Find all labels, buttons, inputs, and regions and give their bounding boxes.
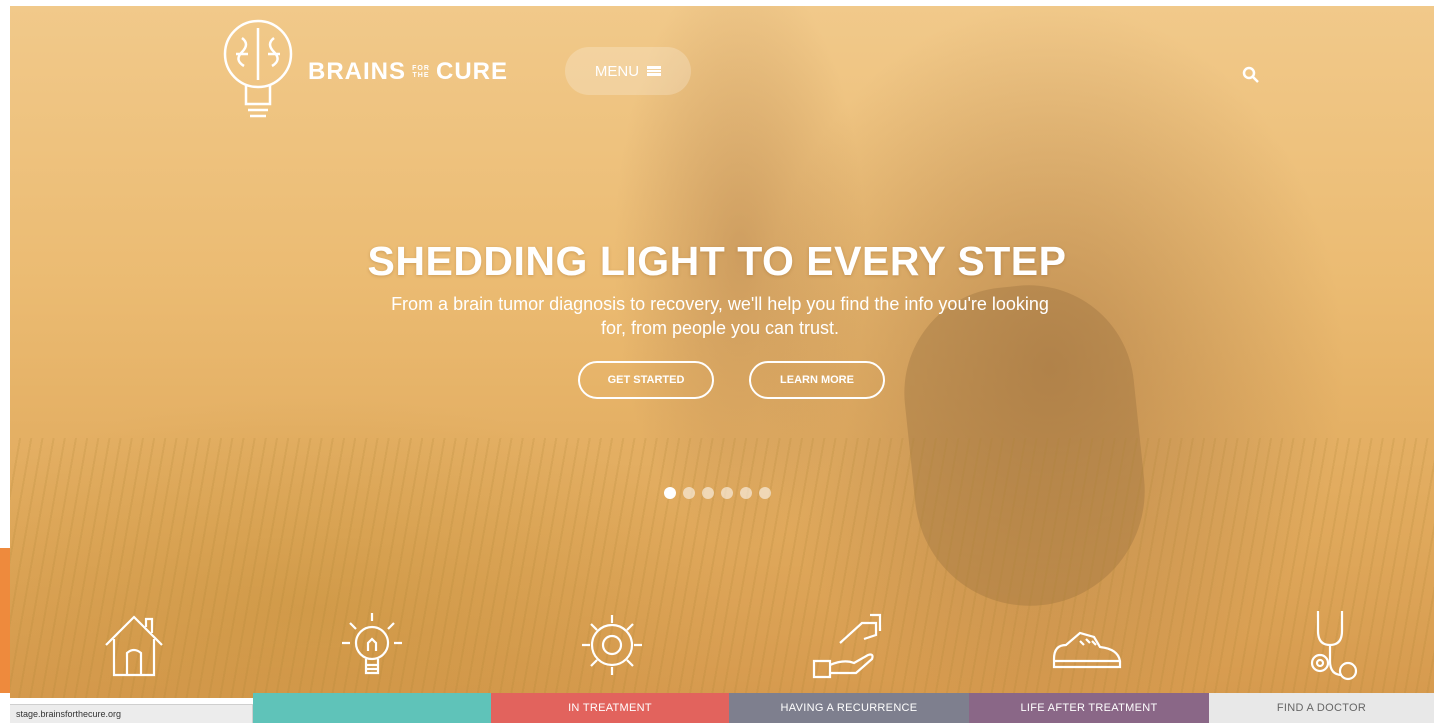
helping-hand-icon[interactable]	[810, 605, 882, 685]
brand-name-right: CURE	[436, 58, 509, 85]
gear-icon[interactable]	[576, 605, 648, 685]
hero-headline: SHEDDING LIGHT TO EVERY STEP	[367, 238, 1067, 284]
slide-dot-4[interactable]	[721, 487, 733, 499]
nav-having-a-recurrence[interactable]: HAVING A RECURRENCE	[729, 693, 969, 723]
search-icon[interactable]	[1242, 66, 1260, 84]
nav-in-treatment[interactable]: IN TREATMENT	[491, 693, 729, 723]
brand-name-small: FOR THE	[412, 65, 430, 79]
hamburger-icon	[647, 66, 662, 76]
sneaker-icon[interactable]	[1050, 605, 1122, 685]
menu-label: MENU	[594, 62, 640, 80]
brand-wordmark[interactable]: BRAINS FOR THE CURE	[308, 58, 508, 86]
house-icon[interactable]	[98, 605, 170, 685]
slide-pagination	[664, 487, 771, 499]
slide-dot-1[interactable]	[664, 487, 676, 499]
hero-background-grass	[10, 438, 1434, 698]
bottom-category-nav: IN TREATMENT HAVING A RECURRENCE LIFE AF…	[253, 693, 1434, 723]
nav-find-a-doctor[interactable]: FIND A DOCTOR	[1209, 693, 1434, 723]
slide-dot-5[interactable]	[740, 487, 752, 499]
side-accent-strip	[0, 548, 10, 693]
slide-dot-6[interactable]	[759, 487, 771, 499]
stethoscope-icon[interactable]	[1298, 605, 1370, 685]
nav-life-after-treatment[interactable]: LIFE AFTER TREATMENT	[969, 693, 1209, 723]
slide-dot-2[interactable]	[683, 487, 695, 499]
brand-name-left: BRAINS	[308, 58, 407, 85]
browser-status-url: stage.brainsforthecure.org	[10, 704, 253, 723]
hero-subtext: From a brain tumor diagnosis to recovery…	[391, 294, 1049, 338]
menu-button[interactable]: MENU	[565, 47, 691, 95]
slide-dot-3[interactable]	[702, 487, 714, 499]
learn-more-button[interactable]: LEARN MORE	[749, 361, 885, 399]
get-started-button[interactable]: GET STARTED	[578, 361, 714, 399]
nav-segment-teal[interactable]	[253, 693, 491, 723]
brain-lightbulb-logo-icon[interactable]	[222, 18, 294, 128]
lightbulb-icon[interactable]	[336, 605, 408, 685]
